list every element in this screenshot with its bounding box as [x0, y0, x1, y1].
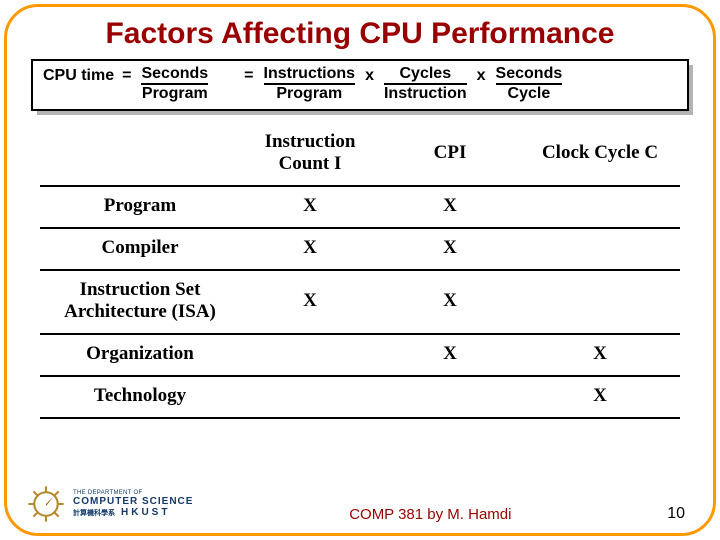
equals-2: =	[244, 65, 253, 85]
table-cell	[520, 186, 680, 228]
col-header-clock-cycle: Clock Cycle C	[520, 123, 680, 186]
table-cell	[520, 228, 680, 270]
dept-main: COMPUTER SCIENCE	[73, 496, 193, 507]
table-cell: X	[520, 376, 680, 418]
table-cell	[240, 376, 380, 418]
sundial-icon	[25, 483, 67, 525]
slide-footer: THE DEPARTMENT OF COMPUTER SCIENCE 計算機科學…	[7, 483, 713, 525]
dept-hkust: HKUST	[121, 507, 170, 518]
frac2c-top: Seconds	[496, 65, 563, 83]
table-cell: X	[240, 186, 380, 228]
table-cell	[380, 376, 520, 418]
frac2a-top: Instructions	[264, 65, 356, 83]
frac2a-bot: Program	[264, 83, 356, 103]
table-row-label: Organization	[40, 334, 240, 376]
dept-logo-text: THE DEPARTMENT OF COMPUTER SCIENCE 計算機科學…	[73, 490, 193, 519]
fraction-cycles-instr: Cycles Instruction	[384, 65, 467, 103]
fraction-seconds-cycle: Seconds Cycle	[496, 65, 563, 103]
table-cell	[520, 270, 680, 334]
slide-title: Factors Affecting CPU Performance	[27, 17, 693, 51]
times-1: x	[365, 65, 374, 85]
equals-1: =	[122, 65, 131, 85]
table-cell: X	[380, 334, 520, 376]
equation-lhs: CPU time	[43, 65, 114, 85]
frac1-top: Seconds	[141, 65, 208, 83]
frac2c-bot: Cycle	[496, 83, 563, 103]
table-cell: X	[380, 186, 520, 228]
table-cell: X	[240, 228, 380, 270]
slide-frame: Factors Affecting CPU Performance CPU ti…	[4, 4, 716, 536]
table-row-label: Instruction Set Architecture (ISA)	[40, 270, 240, 334]
table-row-label: Program	[40, 186, 240, 228]
times-2: x	[477, 65, 486, 85]
fraction-seconds-program: Seconds Program	[141, 65, 208, 103]
table-row-label: Technology	[40, 376, 240, 418]
equation-box: CPU time = Seconds Program = Instruction…	[31, 59, 689, 111]
col-header-cpi: CPI	[380, 123, 520, 186]
page-number: 10	[667, 505, 685, 525]
table-row-label: Compiler	[40, 228, 240, 270]
frac2b-bot: Instruction	[384, 83, 467, 103]
dept-prefix: THE DEPARTMENT OF	[73, 490, 193, 497]
equation-content: CPU time = Seconds Program = Instruction…	[31, 59, 689, 111]
table-cell: X	[380, 228, 520, 270]
dept-chinese: 計算機科學系	[73, 510, 115, 518]
col-header-instruction-count: Instruction Count I	[240, 123, 380, 186]
table-cell: X	[520, 334, 680, 376]
table-cell: X	[240, 270, 380, 334]
frac2b-top: Cycles	[384, 65, 467, 83]
table-cell: X	[380, 270, 520, 334]
footer-course: COMP 381 by M. Hamdi	[193, 506, 667, 525]
frac1-bot: Program	[141, 83, 208, 103]
fraction-instr-program: Instructions Program	[264, 65, 356, 103]
table-cell	[240, 334, 380, 376]
dept-logo: THE DEPARTMENT OF COMPUTER SCIENCE 計算機科學…	[25, 483, 193, 525]
factors-table: Instruction Count I CPI Clock Cycle C Pr…	[40, 123, 680, 419]
